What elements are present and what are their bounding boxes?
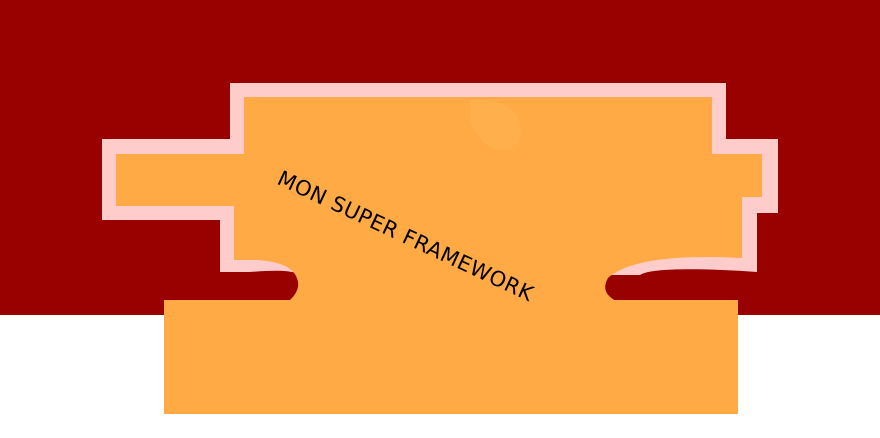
logo-base-block bbox=[164, 300, 738, 414]
framework-logo-graphic bbox=[102, 83, 778, 414]
logo-canvas: MON SUPER FRAMEWORK bbox=[0, 0, 880, 438]
logo-inner-shape bbox=[116, 97, 762, 315]
